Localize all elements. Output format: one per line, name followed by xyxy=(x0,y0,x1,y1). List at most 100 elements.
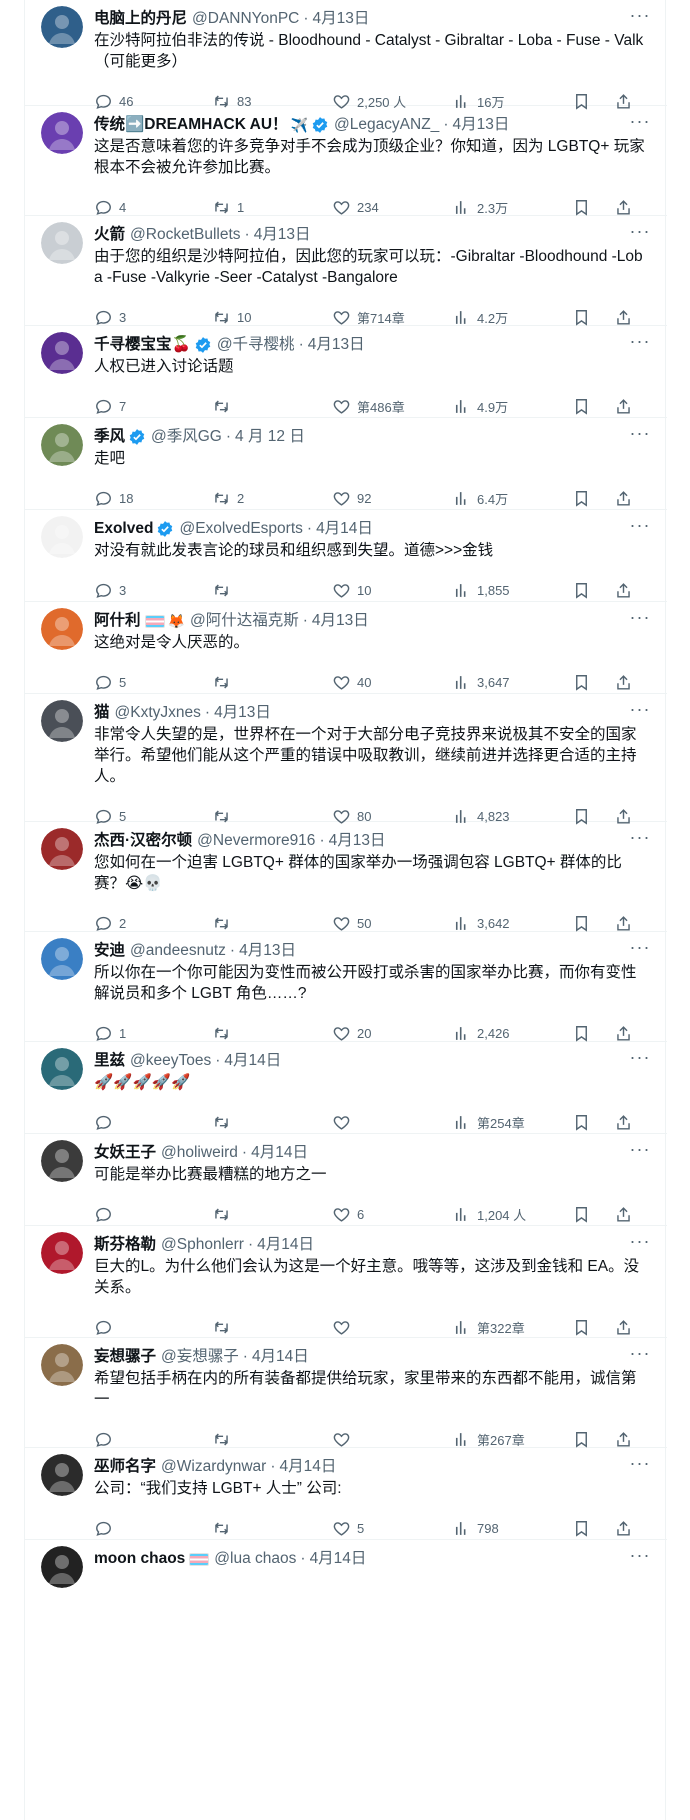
bookmark-button[interactable] xyxy=(572,1202,591,1226)
display-name[interactable]: 杰西·汉密尔顿 xyxy=(94,830,192,852)
retweet-button[interactable] xyxy=(212,1516,237,1540)
like-button[interactable] xyxy=(332,1315,357,1339)
display-name[interactable]: 阿什利 xyxy=(94,610,141,632)
retweet-button[interactable] xyxy=(212,1202,237,1226)
avatar[interactable] xyxy=(41,332,83,374)
display-name[interactable]: moon chaos xyxy=(94,1548,185,1570)
more-options-icon[interactable]: ··· xyxy=(629,1140,651,1164)
user-handle[interactable]: @千寻樱桃 xyxy=(217,334,295,356)
more-options-icon[interactable]: ··· xyxy=(629,222,651,246)
user-handle[interactable]: @RocketBullets xyxy=(130,224,241,246)
more-options-icon[interactable]: ··· xyxy=(629,700,651,724)
user-handle[interactable]: @季风GG xyxy=(151,426,222,448)
share-button[interactable] xyxy=(614,670,633,694)
tweet-timestamp[interactable]: 4月14日 xyxy=(257,1234,314,1256)
display-name[interactable]: 女妖王子 xyxy=(94,1142,156,1164)
tweet[interactable]: 千寻樱宝宝🍒 @千寻樱桃 · 4月13日 ··· 人权已进入讨论话题 7 第486章 4.… xyxy=(25,326,667,418)
display-name[interactable]: 千寻樱宝宝🍒 xyxy=(94,334,191,356)
views-button[interactable]: 1,204 人 xyxy=(452,1202,526,1226)
tweet-timestamp[interactable]: 4月14日 xyxy=(251,1142,308,1164)
user-handle[interactable]: @LegacyANZ_ xyxy=(334,114,439,136)
tweet[interactable]: 阿什利 🦊 @阿什达福克斯 · 4月13日 ··· 这绝对是令人厌恶的。 5 40 3,64… xyxy=(25,602,667,694)
tweet-timestamp[interactable]: 4 月 12 日 xyxy=(235,426,305,448)
user-handle[interactable]: @Nevermore916 xyxy=(197,830,315,852)
like-button[interactable]: 92 xyxy=(332,486,371,510)
bookmark-button[interactable] xyxy=(572,1516,591,1540)
user-handle[interactable]: @KxtyJxnes xyxy=(115,702,201,724)
avatar[interactable] xyxy=(41,1546,83,1588)
more-options-icon[interactable]: ··· xyxy=(629,112,651,136)
reply-button[interactable]: 18 xyxy=(94,486,133,510)
avatar[interactable] xyxy=(41,1232,83,1274)
user-handle[interactable]: @Wizardynwar xyxy=(161,1456,266,1478)
retweet-button[interactable] xyxy=(212,670,237,694)
avatar[interactable] xyxy=(41,6,83,48)
user-handle[interactable]: @妄想骡子 xyxy=(161,1346,239,1368)
tweet-timestamp[interactable]: 4月13日 xyxy=(308,334,365,356)
display-name[interactable]: 季风 xyxy=(94,426,125,448)
tweet-timestamp[interactable]: 4月14日 xyxy=(310,1548,367,1570)
display-name[interactable]: 里兹 xyxy=(94,1050,125,1072)
bookmark-button[interactable] xyxy=(572,670,591,694)
reply-button[interactable] xyxy=(94,1202,119,1226)
avatar[interactable] xyxy=(41,1140,83,1182)
display-name[interactable]: 火箭 xyxy=(94,224,125,246)
avatar[interactable] xyxy=(41,1048,83,1090)
more-options-icon[interactable]: ··· xyxy=(629,6,651,30)
tweet-timestamp[interactable]: 4月13日 xyxy=(239,940,296,962)
avatar[interactable] xyxy=(41,608,83,650)
bookmark-button[interactable] xyxy=(572,486,591,510)
display-name[interactable]: 电脑上的丹尼 xyxy=(94,8,187,30)
tweet[interactable]: 斯芬格勒 @Sphonlerr · 4月14日 ··· 巨大的L。为什么他们会认为这是一个… xyxy=(25,1226,667,1338)
share-button[interactable] xyxy=(614,1315,633,1339)
avatar[interactable] xyxy=(41,424,83,466)
retweet-button[interactable] xyxy=(212,1315,237,1339)
retweet-button[interactable] xyxy=(212,1110,237,1134)
avatar[interactable] xyxy=(41,222,83,264)
tweet-timestamp[interactable]: 4月14日 xyxy=(316,518,373,540)
avatar[interactable] xyxy=(41,516,83,558)
retweet-button[interactable]: 2 xyxy=(212,486,244,510)
tweet-timestamp[interactable]: 4月13日 xyxy=(312,610,369,632)
views-button[interactable]: 798 xyxy=(452,1516,499,1540)
more-options-icon[interactable]: ··· xyxy=(629,516,651,540)
like-button[interactable]: 第486章 xyxy=(332,394,405,418)
share-button[interactable] xyxy=(614,394,633,418)
display-name[interactable]: 斯芬格勒 xyxy=(94,1234,156,1256)
user-handle[interactable]: @holiweird xyxy=(161,1142,238,1164)
avatar[interactable] xyxy=(41,1454,83,1496)
tweet[interactable]: Exolved @ExolvedEsports · 4月14日 ··· 对没有就此发表言论… xyxy=(25,510,667,602)
bookmark-button[interactable] xyxy=(572,578,591,602)
display-name[interactable]: Exolved xyxy=(94,518,153,540)
share-button[interactable] xyxy=(614,578,633,602)
tweet[interactable]: 电脑上的丹尼 @DANNYonPC · 4月13日 ··· 在沙特阿拉伯非法的传说 - B… xyxy=(25,0,667,110)
reply-button[interactable] xyxy=(94,1315,119,1339)
bookmark-button[interactable] xyxy=(572,1315,591,1339)
more-options-icon[interactable]: ··· xyxy=(629,1048,651,1072)
views-button[interactable]: 3,647 xyxy=(452,670,510,694)
views-button[interactable]: 第254章 xyxy=(452,1110,525,1134)
more-options-icon[interactable]: ··· xyxy=(629,1454,651,1478)
more-options-icon[interactable]: ··· xyxy=(629,938,651,962)
user-handle[interactable]: @keeyToes xyxy=(130,1050,211,1072)
like-button[interactable]: 6 xyxy=(332,1202,364,1226)
like-button[interactable]: 5 xyxy=(332,1516,364,1540)
tweet-timestamp[interactable]: 4月14日 xyxy=(280,1456,337,1478)
more-options-icon[interactable]: ··· xyxy=(629,332,651,356)
bookmark-button[interactable] xyxy=(572,1110,591,1134)
avatar[interactable] xyxy=(41,828,83,870)
share-button[interactable] xyxy=(614,486,633,510)
display-name[interactable]: 巫师名字 xyxy=(94,1456,156,1478)
tweet[interactable]: 妄想骡子 @妄想骡子 · 4月14日 ··· 希望包括手柄在内的所有装备都提供给玩家，家里… xyxy=(25,1338,667,1448)
bookmark-button[interactable] xyxy=(572,394,591,418)
like-button[interactable]: 10 xyxy=(332,578,371,602)
tweet[interactable]: moon chaos @lua chaos · 4月14日 ··· xyxy=(25,1540,667,1820)
tweet-timestamp[interactable]: 4月13日 xyxy=(214,702,271,724)
views-button[interactable]: 1,855 xyxy=(452,578,510,602)
user-handle[interactable]: @andeesnutz xyxy=(130,940,226,962)
views-button[interactable]: 4.9万 xyxy=(452,394,508,418)
more-options-icon[interactable]: ··· xyxy=(629,828,651,852)
display-name[interactable]: 猫 xyxy=(94,702,110,724)
tweet[interactable]: 安迪 @andeesnutz · 4月13日 ··· 所以你在一个你可能因为变性而被公开殴… xyxy=(25,932,667,1042)
share-button[interactable] xyxy=(614,1516,633,1540)
